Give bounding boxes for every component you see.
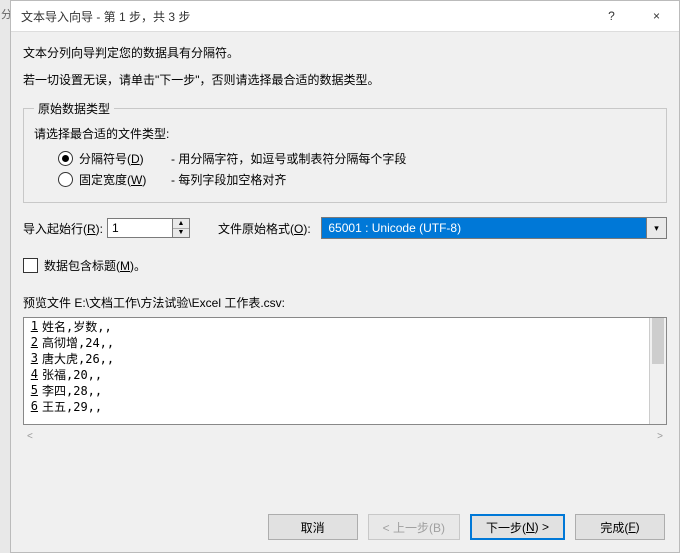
radio-delimited-indicator (58, 151, 73, 166)
next-button[interactable]: 下一步(N) > (470, 514, 565, 540)
help-button[interactable]: ? (589, 1, 634, 31)
finish-button[interactable]: 完成(F) (575, 514, 665, 540)
start-row-label: 导入起始行(R): (23, 220, 103, 237)
encoding-label: 文件原始格式(O): (218, 220, 311, 237)
preview-line-text: 唐大虎,26,, (40, 350, 114, 367)
start-row-input[interactable] (107, 218, 173, 238)
preview-label: 预览文件 E:\文档工作\方法试验\Excel 工作表.csv: (23, 294, 667, 311)
preview-horizontal-scrollbar[interactable]: < > (23, 431, 667, 442)
preview-line-number: 4 (24, 367, 40, 381)
data-type-group: 原始数据类型 请选择最合适的文件类型: 分隔符号(D) - 用分隔字符，如逗号或… (23, 100, 667, 203)
preview-line-text: 高彻增,24,, (40, 334, 114, 351)
close-button[interactable]: × (634, 1, 679, 31)
titlebar: 文本导入向导 - 第 1 步，共 3 步 ? × (11, 1, 679, 32)
preview-line-number: 6 (24, 399, 40, 413)
hscroll-right[interactable]: > (657, 431, 663, 442)
radio-fixed-width[interactable]: 固定宽度(W) - 每列字段加空格对齐 (58, 171, 656, 188)
spinner-down[interactable]: ▼ (173, 229, 189, 238)
preview-line: 2高彻增,24,, (24, 334, 650, 350)
preview-line-text: 王五,29,, (40, 398, 102, 415)
group-legend: 原始数据类型 (34, 100, 114, 117)
preview-line-text: 张福,20,, (40, 366, 102, 383)
radio-fixed-width-desc: - 每列字段加空格对齐 (171, 171, 286, 188)
file-type-prompt: 请选择最合适的文件类型: (34, 125, 656, 142)
encoding-dropdown-button[interactable]: ▾ (647, 217, 667, 239)
radio-delimited[interactable]: 分隔符号(D) - 用分隔字符，如逗号或制表符分隔每个字段 (58, 150, 656, 167)
intro-text-2: 若一切设置无误，请单击"下一步"，否则请选择最合适的数据类型。 (23, 71, 667, 88)
scrollbar-thumb[interactable] (652, 318, 664, 364)
has-headers-label: 数据包含标题(M)。 (44, 257, 146, 274)
wizard-dialog: 文本导入向导 - 第 1 步，共 3 步 ? × 文本分列向导判定您的数据具有分… (10, 0, 680, 553)
checkbox-box (23, 258, 38, 273)
preview-line-number: 5 (24, 383, 40, 397)
preview-line: 6王五,29,, (24, 398, 650, 414)
preview-line-number: 3 (24, 351, 40, 365)
start-row-spinner[interactable]: ▲ ▼ (107, 218, 190, 238)
preview-line: 4张福,20,, (24, 366, 650, 382)
preview-line-text: 姓名,岁数,, (40, 318, 112, 335)
radio-delimited-label: 分隔符号(D) (79, 150, 171, 167)
preview-line: 5李四,28,, (24, 382, 650, 398)
preview-vertical-scrollbar[interactable] (649, 318, 666, 424)
encoding-select[interactable]: 65001 : Unicode (UTF-8) (321, 217, 647, 239)
preview-line: 1姓名,岁数,, (24, 318, 650, 334)
has-headers-checkbox[interactable]: 数据包含标题(M)。 (23, 257, 667, 274)
dialog-title: 文本导入向导 - 第 1 步，共 3 步 (21, 8, 589, 25)
preview-line: 3唐大虎,26,, (24, 350, 650, 366)
radio-fixed-width-label: 固定宽度(W) (79, 171, 171, 188)
back-button: < 上一步(B) (368, 514, 460, 540)
intro-text-1: 文本分列向导判定您的数据具有分隔符。 (23, 44, 667, 61)
preview-line-number: 2 (24, 335, 40, 349)
preview-line-number: 1 (24, 319, 40, 333)
radio-fixed-width-indicator (58, 172, 73, 187)
spinner-up[interactable]: ▲ (173, 219, 189, 229)
cancel-button[interactable]: 取消 (268, 514, 358, 540)
hscroll-left[interactable]: < (27, 431, 33, 442)
preview-line-text: 李四,28,, (40, 382, 102, 399)
preview-box: 1姓名,岁数,,2高彻增,24,,3唐大虎,26,,4张福,20,,5李四,28… (23, 317, 667, 425)
radio-delimited-desc: - 用分隔字符，如逗号或制表符分隔每个字段 (171, 150, 406, 167)
